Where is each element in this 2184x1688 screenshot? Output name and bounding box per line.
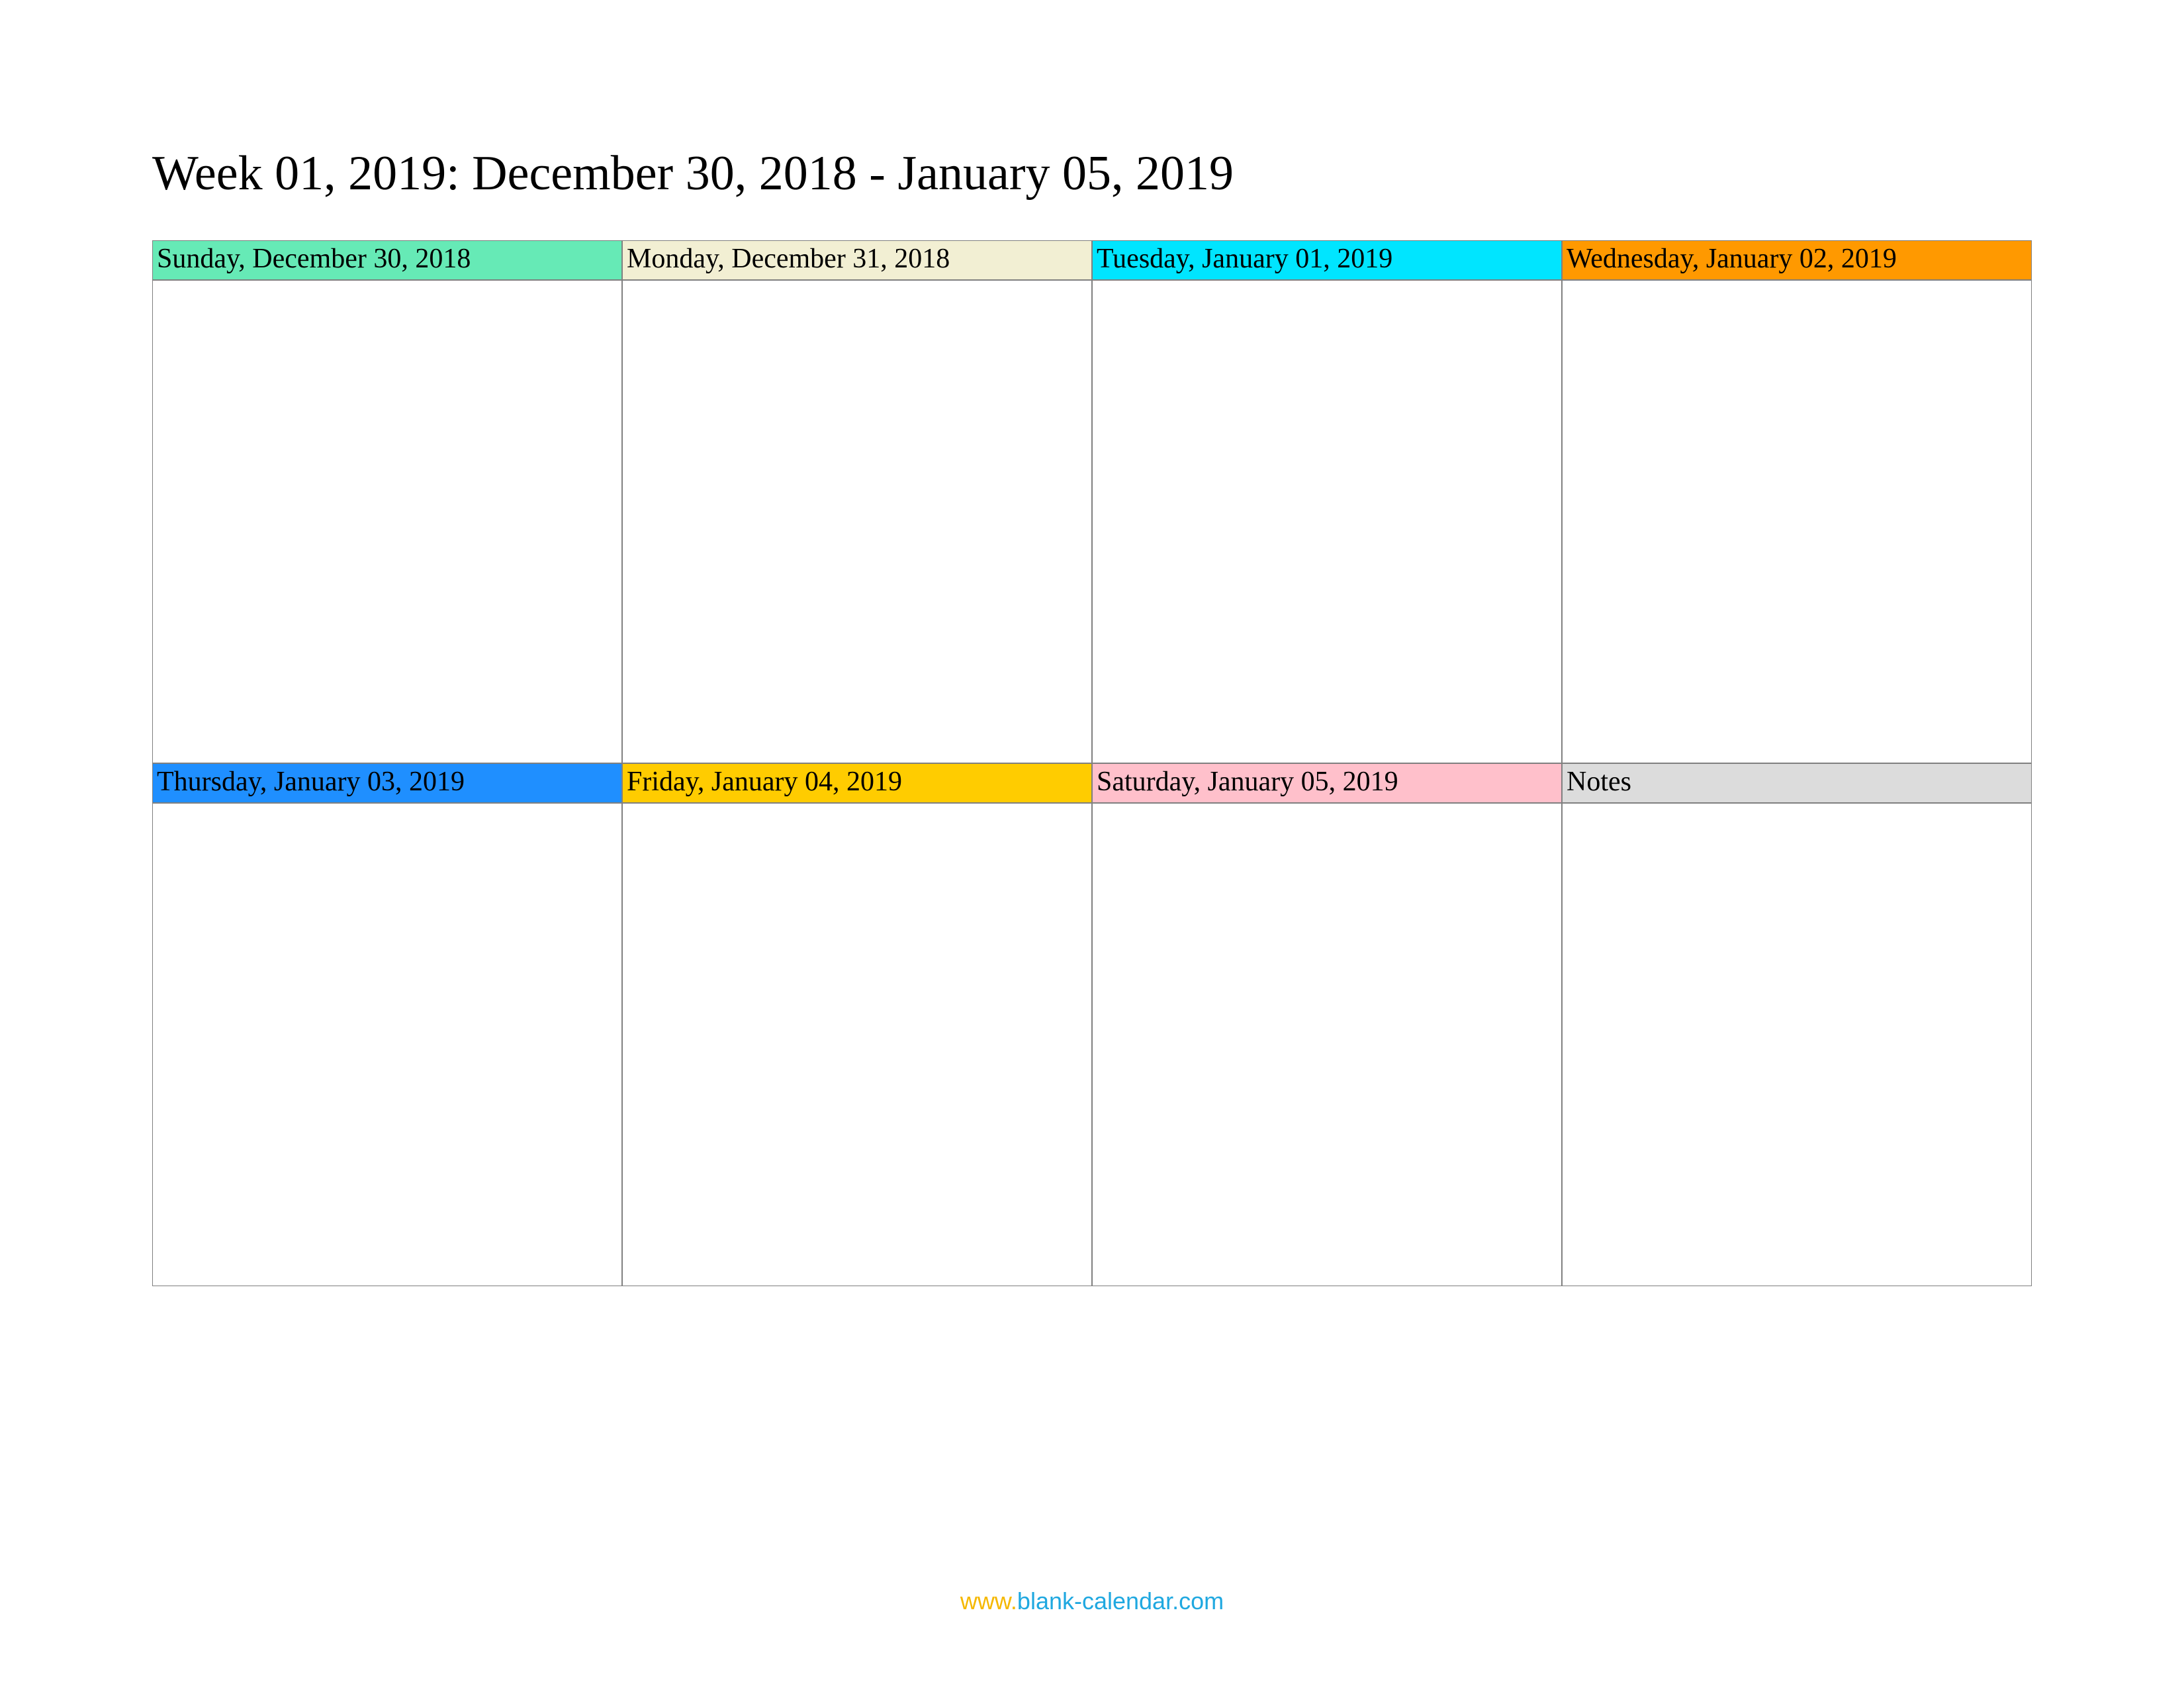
page-title: Week 01, 2019: December 30, 2018 - Janua…: [152, 146, 2032, 202]
footer-www: www.: [960, 1587, 1017, 1615]
day-body-notes[interactable]: [1562, 803, 2032, 1286]
day-header-friday: Friday, January 04, 2019: [622, 763, 1092, 803]
day-body-saturday[interactable]: [1092, 803, 1562, 1286]
day-body-sunday[interactable]: [152, 280, 622, 763]
day-header-sunday: Sunday, December 30, 2018: [152, 240, 622, 280]
day-body-thursday[interactable]: [152, 803, 622, 1286]
footer-link[interactable]: www.blank-calendar.com: [0, 1587, 2184, 1615]
day-header-wednesday: Wednesday, January 02, 2019: [1562, 240, 2032, 280]
day-body-wednesday[interactable]: [1562, 280, 2032, 763]
day-header-tuesday: Tuesday, January 01, 2019: [1092, 240, 1562, 280]
day-body-tuesday[interactable]: [1092, 280, 1562, 763]
day-header-saturday: Saturday, January 05, 2019: [1092, 763, 1562, 803]
footer-domain: blank-calendar.com: [1017, 1587, 1224, 1615]
day-body-friday[interactable]: [622, 803, 1092, 1286]
day-header-thursday: Thursday, January 03, 2019: [152, 763, 622, 803]
day-header-monday: Monday, December 31, 2018: [622, 240, 1092, 280]
weekly-calendar-grid: Sunday, December 30, 2018 Monday, Decemb…: [152, 240, 2032, 1286]
calendar-page: Week 01, 2019: December 30, 2018 - Janua…: [0, 0, 2184, 1286]
day-header-notes: Notes: [1562, 763, 2032, 803]
day-body-monday[interactable]: [622, 280, 1092, 763]
